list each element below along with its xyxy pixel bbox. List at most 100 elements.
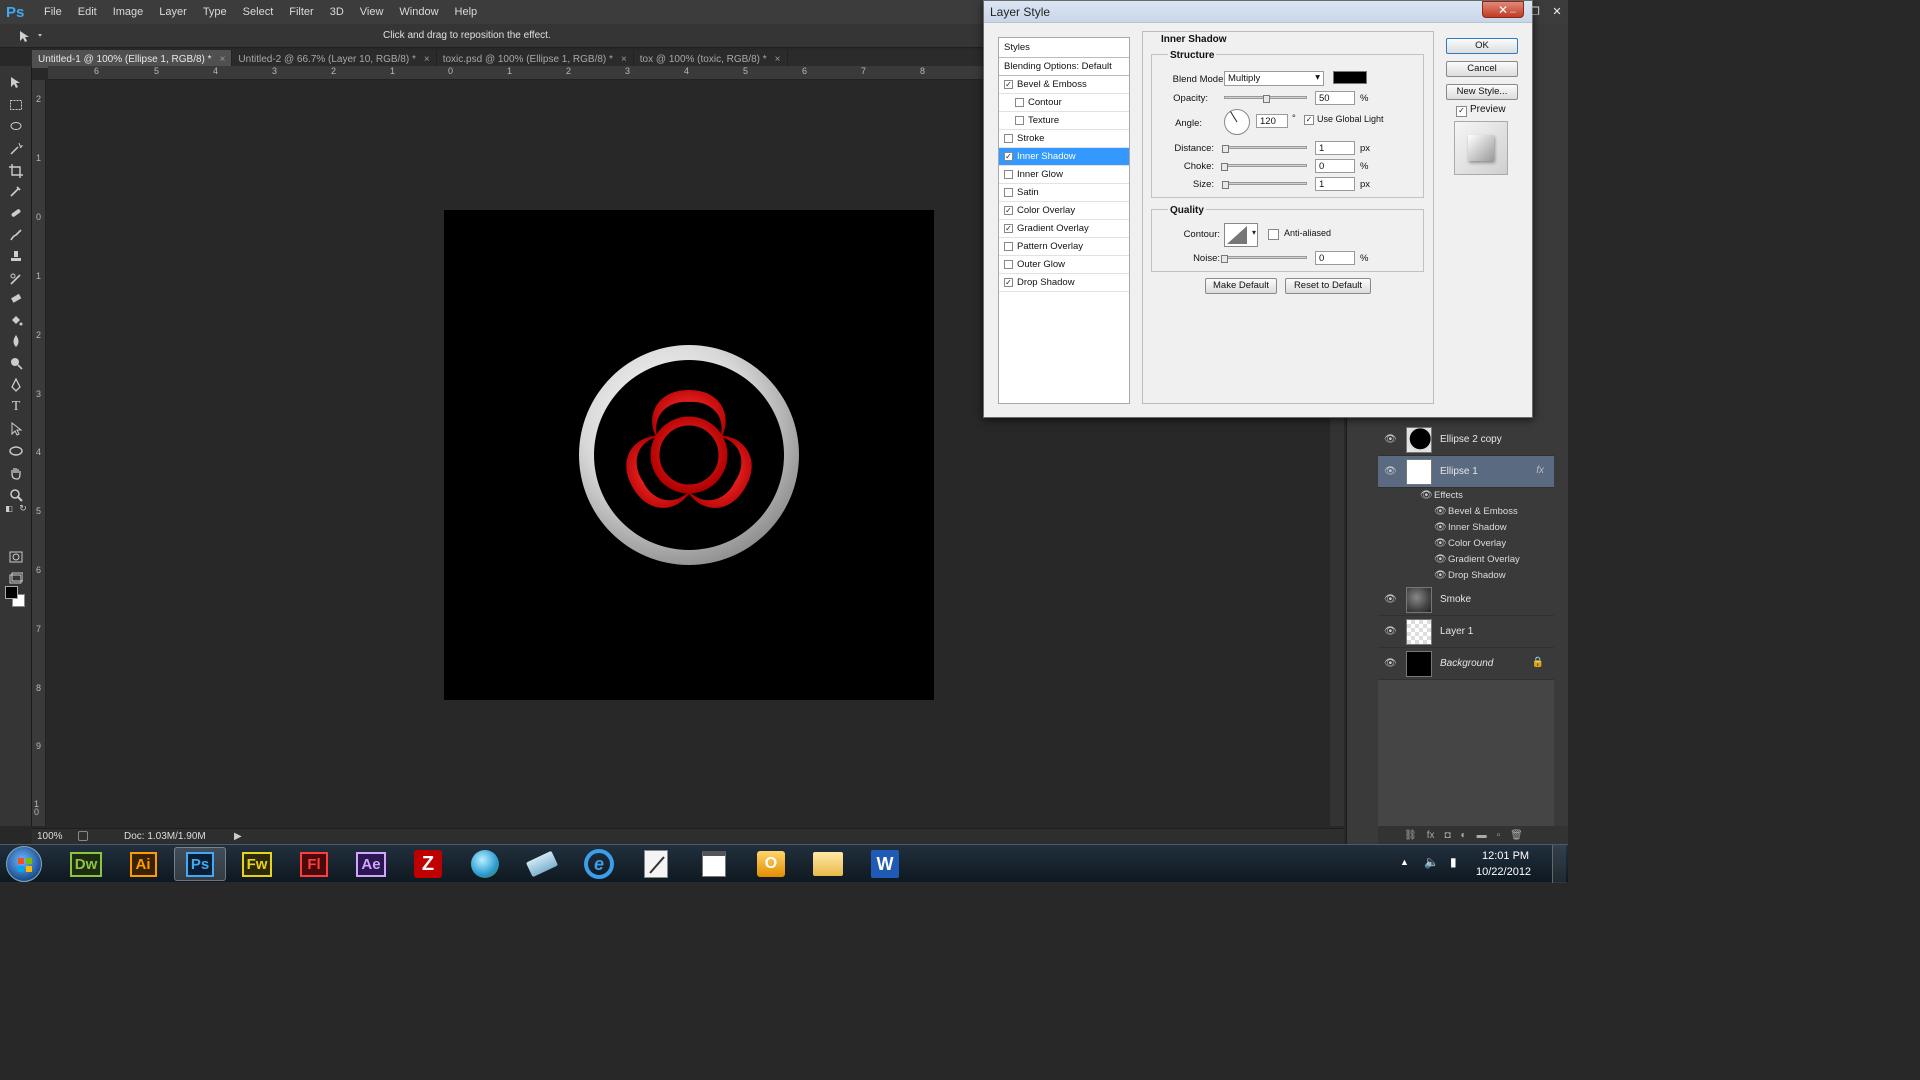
lasso-tool-icon[interactable] [7,118,25,136]
size-slider-thumb[interactable] [1221,181,1229,189]
menu-file[interactable]: File [36,6,70,18]
visibility-eye-icon[interactable]: 👁 [1384,626,1397,638]
choke-slider[interactable] [1224,164,1307,167]
style-item-drop-shadow[interactable]: ✓ Drop Shadow [999,274,1129,292]
healing-brush-tool-icon[interactable] [7,204,25,222]
menu-window[interactable]: Window [391,6,446,18]
taskbar-internet-explorer[interactable]: e [573,847,625,881]
checkbox-checked-icon[interactable]: ✓ [1304,115,1314,125]
menu-filter[interactable]: Filter [281,6,321,18]
angle-dial[interactable] [1224,109,1250,135]
visibility-eye-icon[interactable]: 👁 [1434,554,1447,566]
quick-mask-icon[interactable] [7,548,25,566]
restore-icon[interactable]: ❐ [1524,0,1546,24]
shadow-color-swatch[interactable] [1333,71,1367,84]
cancel-button[interactable]: Cancel [1446,61,1518,77]
checkbox-icon[interactable] [1004,188,1013,197]
visibility-eye-icon[interactable]: 👁 [1434,522,1447,534]
style-item-color-overlay[interactable]: ✓ Color Overlay [999,202,1129,220]
taskbar-dreamweaver[interactable]: Dw [60,847,112,881]
noise-input[interactable]: 0 [1315,251,1355,265]
choke-slider-thumb[interactable] [1221,163,1228,171]
style-item-gradient-overlay[interactable]: ✓ Gradient Overlay [999,220,1129,238]
taskbar-notepad[interactable] [630,847,682,881]
style-item-contour[interactable]: Contour [999,94,1129,112]
menu-3d[interactable]: 3D [322,6,352,18]
network-signal-icon[interactable]: ▮ [1450,855,1457,869]
show-desktop-button[interactable] [1552,845,1566,883]
checkbox-checked-icon[interactable]: ✓ [1004,278,1013,287]
taskbar-word[interactable]: W [859,847,911,881]
opacity-slider-thumb[interactable] [1262,95,1270,103]
brush-tool-icon[interactable] [7,226,25,244]
visibility-eye-icon[interactable]: 👁 [1420,490,1433,502]
dodge-tool-icon[interactable] [7,354,25,372]
blur-tool-icon[interactable] [7,332,25,350]
make-default-button[interactable]: Make Default [1205,278,1277,294]
path-selection-tool-icon[interactable] [7,420,25,438]
layer-row[interactable]: 👁 Layer 1 [1378,616,1554,648]
visibility-eye-icon[interactable]: 👁 [1384,594,1397,606]
effect-row[interactable]: 👁 Inner Shadow [1378,520,1554,536]
taskbar-outlook[interactable]: O [745,847,797,881]
default-colors-icon[interactable]: ◧ [3,502,15,514]
effects-header[interactable]: 👁 Effects [1378,488,1554,504]
menu-view[interactable]: View [352,6,392,18]
close-icon[interactable]: ✕ [1546,0,1568,24]
effect-row[interactable]: 👁 Bevel & Emboss [1378,504,1554,520]
taskbar-app-eraser[interactable] [516,847,568,881]
checkbox-checked-icon[interactable]: ✓ [1004,206,1013,215]
checkbox-icon[interactable] [1004,260,1013,269]
clone-stamp-tool-icon[interactable] [7,248,25,266]
clock-time[interactable]: 12:01 PM [1482,850,1529,862]
delete-layer-icon[interactable]: 🗑 [1510,830,1523,841]
taskbar-calendar[interactable] [688,847,740,881]
marquee-tool-icon[interactable] [7,96,25,114]
add-style-icon[interactable]: fx [1427,830,1435,841]
pen-tool-icon[interactable] [7,376,25,394]
zoom-level[interactable]: 100% [37,831,63,842]
blending-options-row[interactable]: Blending Options: Default [999,58,1129,76]
style-item-bevel-emboss[interactable]: ✓ Bevel & Emboss [999,76,1129,94]
new-layer-icon[interactable]: ▫ [1497,830,1501,841]
start-button[interactable] [6,846,42,882]
show-hidden-icons-icon[interactable]: ▲ [1400,857,1409,867]
adjustment-layer-icon[interactable]: ◐ [1461,830,1467,841]
effect-row[interactable]: 👁 Drop Shadow [1378,568,1554,584]
checkbox-icon[interactable] [1004,134,1013,143]
move-tool-icon[interactable] [7,74,25,92]
clock-date[interactable]: 10/22/2012 [1476,866,1531,878]
document-canvas[interactable] [444,210,934,700]
styles-header[interactable]: Styles [999,38,1129,58]
menu-type[interactable]: Type [195,6,235,18]
eraser-tool-icon[interactable] [7,290,25,308]
export-icon[interactable] [78,831,88,841]
link-layers-icon[interactable]: ⛓ [1404,830,1417,841]
paint-bucket-tool-icon[interactable] [7,312,25,330]
ellipse-tool-icon[interactable] [7,442,25,460]
tab-close-icon[interactable]: × [775,54,781,65]
style-item-satin[interactable]: Satin [999,184,1129,202]
checkbox-icon[interactable] [1015,98,1024,107]
fx-icon[interactable]: fx [1536,465,1544,476]
menu-help[interactable]: Help [447,6,486,18]
checkbox-icon[interactable] [1268,229,1279,240]
reset-to-default-button[interactable]: Reset to Default [1285,278,1371,294]
checkbox-icon[interactable] [1004,242,1013,251]
volume-icon[interactable]: 🔈 [1424,855,1439,869]
opacity-input[interactable]: 50 [1315,91,1355,105]
visibility-eye-icon[interactable]: 👁 [1434,538,1447,550]
menu-layer[interactable]: Layer [151,6,195,18]
distance-slider[interactable] [1224,146,1307,149]
crop-tool-icon[interactable] [7,162,25,180]
minimize-icon[interactable]: – [1502,0,1524,24]
menu-select[interactable]: Select [235,6,282,18]
distance-input[interactable]: 1 [1315,141,1355,155]
choke-input[interactable]: 0 [1315,159,1355,173]
taskbar-after-effects[interactable]: Ae [345,847,397,881]
noise-slider[interactable] [1224,256,1307,259]
type-tool-icon[interactable]: T [7,398,25,416]
move-tool-preset-icon[interactable] [16,27,46,45]
distance-slider-thumb[interactable] [1221,145,1229,153]
style-item-inner-glow[interactable]: Inner Glow [999,166,1129,184]
